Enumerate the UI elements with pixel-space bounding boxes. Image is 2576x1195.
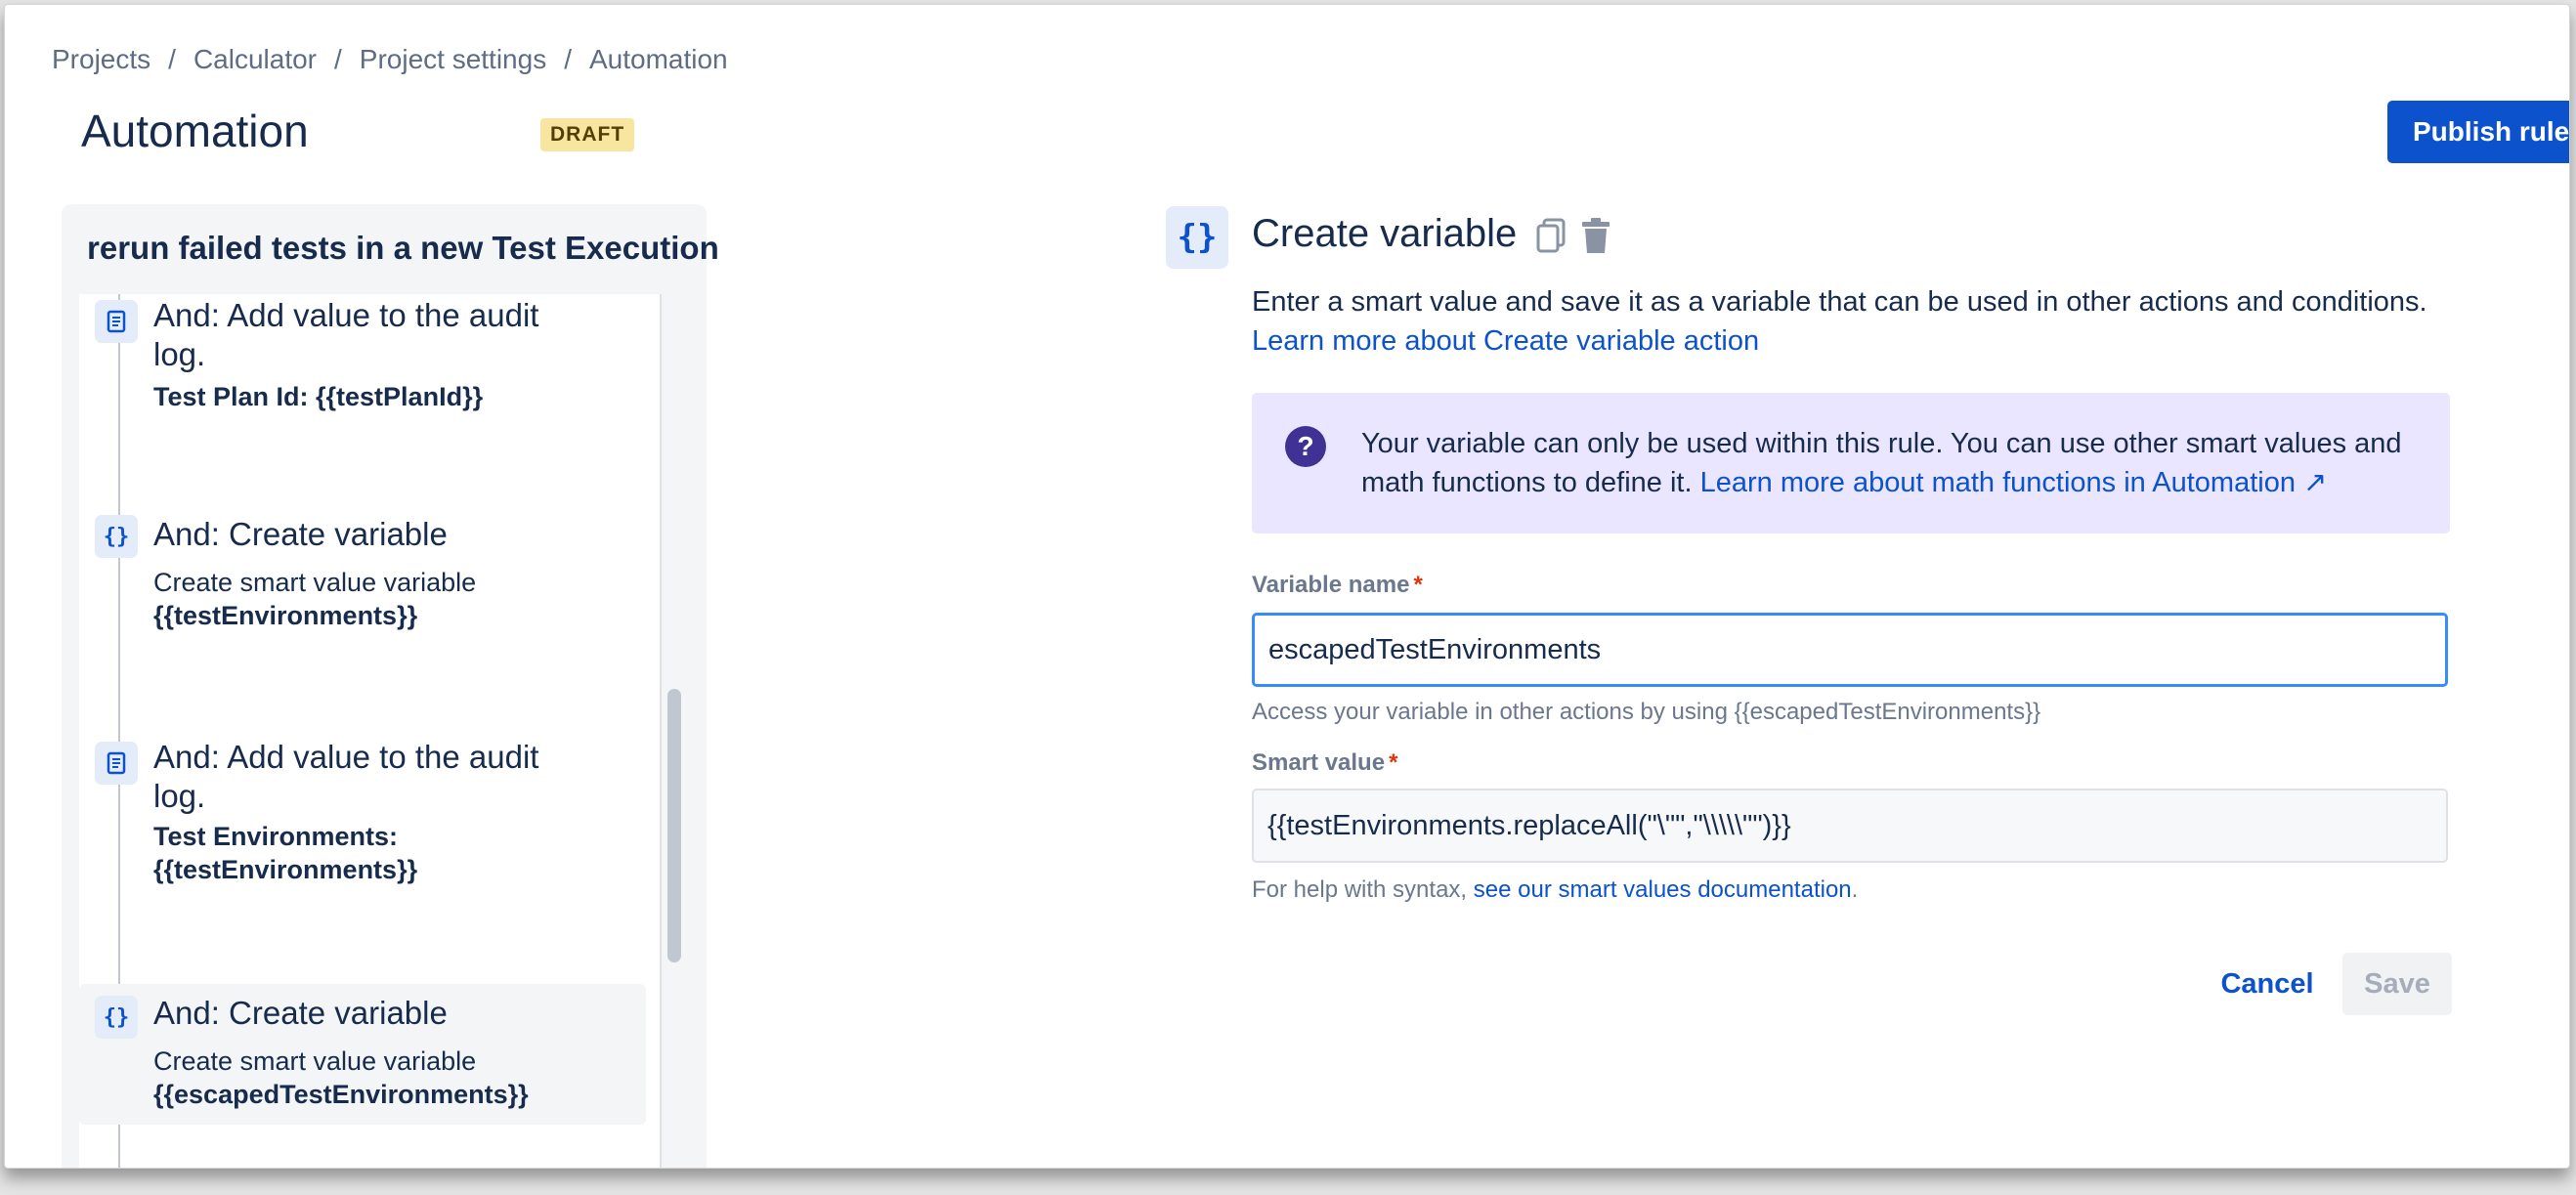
variable-icon: {} <box>95 515 138 558</box>
trash-icon[interactable] <box>1578 216 1613 255</box>
rule-component-list[interactable]: And: Add value to the audit log. Test Pl… <box>79 294 662 1168</box>
variable-name-label: Variable name * <box>1252 572 1423 598</box>
rule-component-description: Create smart value variable <box>153 1046 477 1076</box>
breadcrumb-separator: / <box>334 44 342 74</box>
question-icon: ? <box>1285 426 1326 467</box>
smart-value-label: Smart value * <box>1252 749 1398 776</box>
breadcrumb-projects[interactable]: Projects <box>52 44 150 75</box>
smart-values-docs-link[interactable]: see our smart values documentation <box>1474 876 1852 903</box>
rule-component-title: And: Add value to the audit log. <box>153 739 539 814</box>
info-text: Your variable can only be used within th… <box>1361 424 2417 502</box>
rule-component-create-variable[interactable]: {} And: Create variable Create smart val… <box>79 511 646 706</box>
app-window: Projects / Calculator / Project settings… <box>4 4 2570 1169</box>
rule-component-create-variable-selected[interactable]: {} And: Create variable Create smart val… <box>79 984 646 1125</box>
publish-rule-button[interactable]: Publish rule <box>2387 101 2569 163</box>
rule-panel: rerun failed tests in a new Test Executi… <box>62 204 719 1168</box>
rule-component-title: And: Create variable <box>153 995 448 1031</box>
info-panel: ? Your variable can only be used within … <box>1252 393 2450 533</box>
breadcrumb-separator: / <box>564 44 572 74</box>
rule-component-detail: {{escapedTestEnvironments}} <box>153 1080 529 1109</box>
required-marker: * <box>1413 572 1423 598</box>
variable-icon: {} <box>1166 206 1228 269</box>
syntax-help-text: For help with syntax, see our smart valu… <box>1252 876 1859 903</box>
math-functions-link[interactable]: Learn more about math functions in Autom… <box>1700 467 2328 498</box>
rule-component-description: Create smart value variable <box>153 568 477 597</box>
rule-component-detail: Test Environments: {{testEnvironments}} <box>153 822 418 884</box>
audit-log-icon <box>95 742 138 785</box>
copy-icon[interactable] <box>1534 216 1569 255</box>
rule-name: rerun failed tests in a new Test Executi… <box>87 230 719 266</box>
breadcrumb-calculator[interactable]: Calculator <box>193 44 317 75</box>
breadcrumb: Projects / Calculator / Project settings… <box>52 44 728 75</box>
variable-icon: {} <box>95 996 138 1039</box>
page-title: Automation <box>81 106 309 156</box>
draft-badge: DRAFT <box>540 118 635 151</box>
rule-component-title: And: Add value to the audit log. <box>153 297 539 372</box>
cancel-button[interactable]: Cancel <box>2204 953 2331 1015</box>
required-marker: * <box>1389 749 1398 776</box>
variable-name-input[interactable] <box>1252 613 2448 687</box>
audit-log-icon <box>95 300 138 343</box>
breadcrumb-project-settings[interactable]: Project settings <box>360 44 546 75</box>
smart-value-input[interactable] <box>1252 789 2448 863</box>
rule-component-detail: {{testEnvironments}} <box>153 601 418 630</box>
rule-component-title: And: Create variable <box>153 516 448 552</box>
rule-component-audit-log[interactable]: And: Add value to the audit log. Test En… <box>79 736 646 931</box>
save-button[interactable]: Save <box>2342 953 2452 1015</box>
detail-description: Enter a smart value and save it as a var… <box>1252 286 2427 318</box>
scrollbar[interactable] <box>667 689 681 962</box>
rule-component-detail: Test Plan Id: {{testPlanId}} <box>153 382 484 411</box>
variable-helper-text: Access your variable in other actions by… <box>1252 699 2041 725</box>
rule-component-audit-log[interactable]: And: Add value to the audit log. Test Pl… <box>79 294 646 490</box>
breadcrumb-automation[interactable]: Automation <box>589 44 728 75</box>
breadcrumb-separator: / <box>168 44 176 74</box>
detail-title: Create variable <box>1252 212 1518 255</box>
learn-more-link[interactable]: Learn more about Create variable action <box>1252 325 1759 358</box>
